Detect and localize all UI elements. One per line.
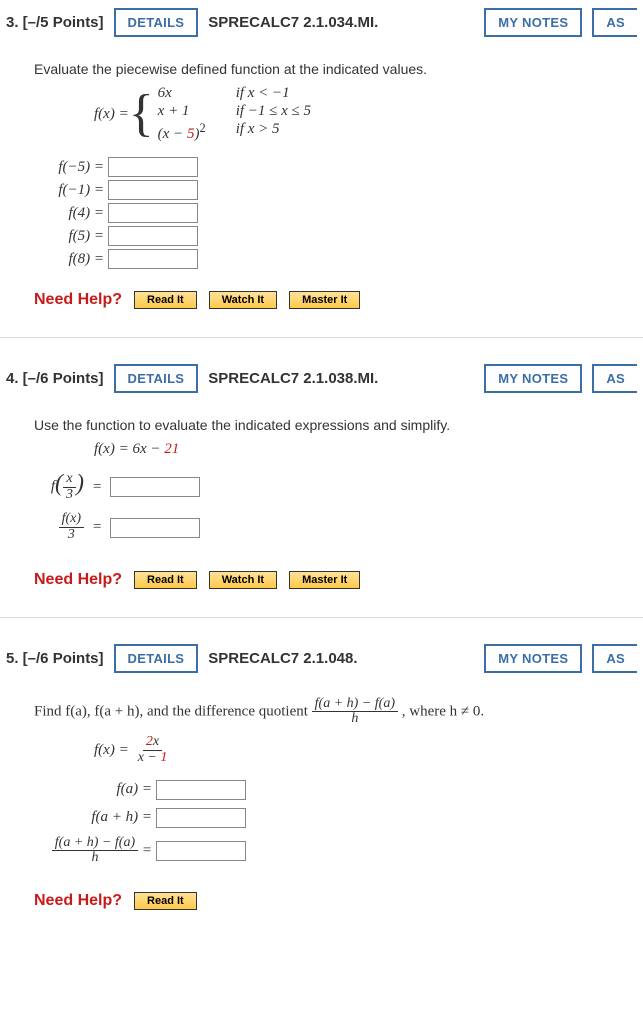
ask-button[interactable]: AS [592,8,637,37]
source-label: SPRECALC7 2.1.048. [208,650,357,667]
watch-it-button[interactable]: Watch It [209,291,277,309]
eval-row: f(x)3 = [42,512,609,542]
points-label: 3. [–/5 Points] [6,14,104,31]
answer-input[interactable] [108,249,198,269]
row-label: f(−5) = [34,159,108,176]
watch-it-button[interactable]: Watch It [209,571,277,589]
details-button[interactable]: DETAILS [114,8,199,37]
answer-input[interactable] [156,841,246,861]
row-label: f(4) = [34,205,108,222]
need-help: Need Help? Read It Watch It Master It [34,291,360,309]
row-label: f(−1) = [34,182,108,199]
master-it-button[interactable]: Master It [289,571,360,589]
ask-button[interactable]: AS [592,644,637,673]
need-help-label: Need Help? [34,571,122,589]
mynotes-button[interactable]: MY NOTES [484,8,582,37]
answer-input[interactable] [156,808,246,828]
answer-input[interactable] [110,518,200,538]
points-label: 4. [–/6 Points] [6,370,104,387]
answer-rows: f(−5) = f(−1) = f(4) = f(5) = f(8) = [34,157,609,269]
read-it-button[interactable]: Read It [134,571,197,589]
answer-rows: f(a) = f(a + h) = f(a + h) − f(a)h = [34,780,609,866]
piecewise-definition: f(x) = { 6x x + 1 (x − 5)2 if x < −1 if … [94,85,609,143]
need-help-label: Need Help? [34,892,122,910]
need-help: Need Help? Read It [34,892,197,910]
need-help-label: Need Help? [34,291,122,309]
details-button[interactable]: DETAILS [114,364,199,393]
answer-input[interactable] [156,780,246,800]
question-header: 4. [–/6 Points] DETAILS SPRECALC7 2.1.03… [0,356,643,405]
ask-button[interactable]: AS [592,364,637,393]
question-header: 5. [–/6 Points] DETAILS SPRECALC7 2.1.04… [0,636,643,685]
fx-label: f(x) = [94,106,129,123]
question-3: 3. [–/5 Points] DETAILS SPRECALC7 2.1.03… [0,0,643,338]
answer-input[interactable] [108,180,198,200]
answer-input[interactable] [108,226,198,246]
question-4: 4. [–/6 Points] DETAILS SPRECALC7 2.1.03… [0,356,643,618]
source-label: SPRECALC7 2.1.034.MI. [208,14,378,31]
question-body: Find f(a), f(a + h), and the difference … [0,685,643,938]
answer-input[interactable] [108,203,198,223]
points-label: 5. [–/6 Points] [6,650,104,667]
need-help: Need Help? Read It Watch It Master It [34,571,360,589]
read-it-button[interactable]: Read It [134,892,197,910]
source-label: SPRECALC7 2.1.038.MI. [208,370,378,387]
instruction: Evaluate the piecewise defined function … [34,61,609,77]
instruction: Use the function to evaluate the indicat… [34,417,609,433]
question-header: 3. [–/5 Points] DETAILS SPRECALC7 2.1.03… [0,0,643,49]
question-body: Use the function to evaluate the indicat… [0,405,643,617]
row-label: f(a + h) = [34,809,156,826]
mynotes-button[interactable]: MY NOTES [484,364,582,393]
row-label: f(8) = [34,251,108,268]
question-5: 5. [–/6 Points] DETAILS SPRECALC7 2.1.04… [0,636,643,938]
mynotes-button[interactable]: MY NOTES [484,644,582,673]
eval-row: f(x3) = [42,472,609,502]
answer-input[interactable] [110,477,200,497]
read-it-button[interactable]: Read It [134,291,197,309]
row-label: f(5) = [34,228,108,245]
row-label: f(a + h) − f(a)h = [34,836,156,866]
master-it-button[interactable]: Master It [289,291,360,309]
question-body: Evaluate the piecewise defined function … [0,49,643,337]
answer-input[interactable] [108,157,198,177]
details-button[interactable]: DETAILS [114,644,199,673]
brace-icon: { [129,91,154,138]
row-label: f(a) = [34,781,156,798]
instruction: Find f(a), f(a + h), and the difference … [34,697,609,727]
